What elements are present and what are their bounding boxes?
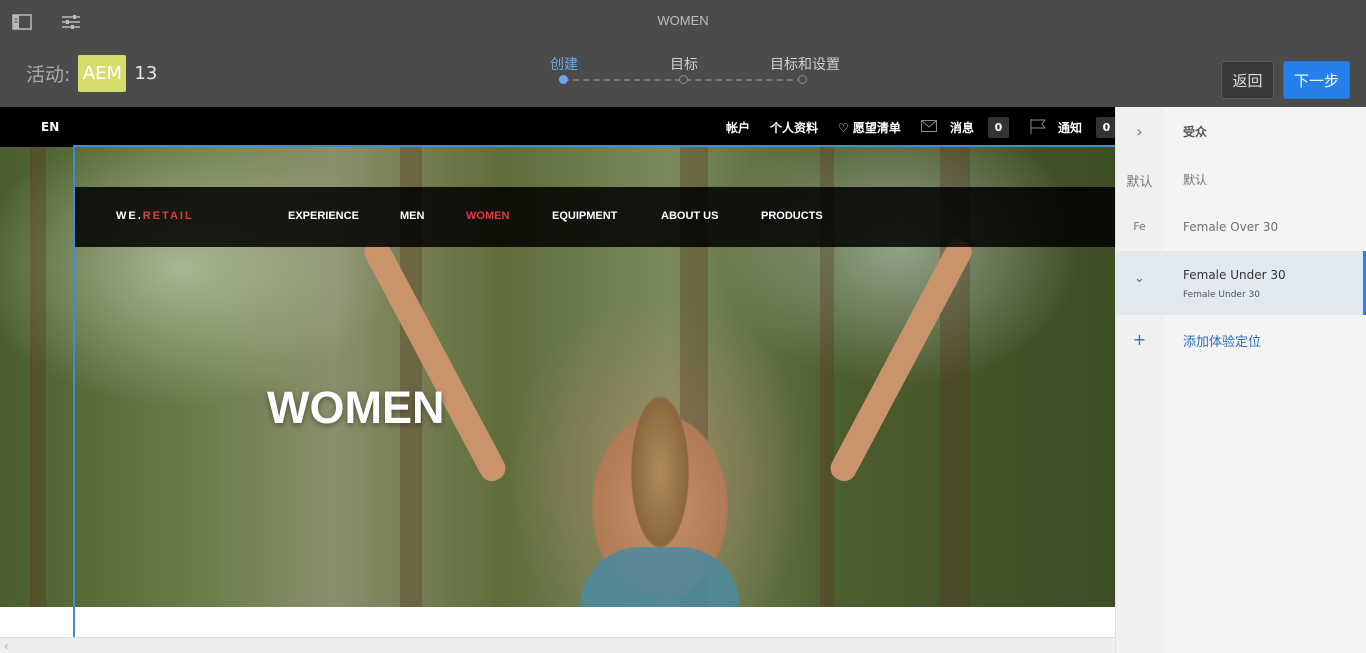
logo-we: WE. bbox=[116, 210, 143, 222]
figure-hair bbox=[615, 362, 705, 582]
account-link[interactable]: 帐户 bbox=[726, 119, 750, 136]
hero-title: WOMEN bbox=[267, 382, 445, 433]
activity-label: 活动: bbox=[26, 63, 71, 86]
activity-count: 13 bbox=[134, 62, 158, 84]
figure-arm-left bbox=[360, 234, 510, 486]
site-main-nav: WE.RETAIL EXPERIENCE MEN WOMEN EQUIPMENT… bbox=[75, 187, 1115, 247]
page-title: WOMEN bbox=[657, 13, 709, 28]
nav-experience[interactable]: EXPERIENCE bbox=[288, 210, 359, 222]
audience-row-label: 默认 bbox=[1183, 173, 1208, 187]
nav-about-us[interactable]: ABOUT US bbox=[661, 210, 718, 222]
step-dot-target bbox=[679, 75, 688, 84]
we-retail-logo[interactable]: WE.RETAIL bbox=[116, 210, 194, 222]
next-button[interactable]: 下一步 bbox=[1283, 61, 1350, 99]
audience-row-label: Female Over 30 bbox=[1183, 220, 1279, 234]
audience-row-sublabel: Female Under 30 bbox=[1183, 290, 1260, 300]
top-header: WOMEN 活动: AEM 13 创建 目标 目标和设置 返回 下一步 bbox=[0, 0, 1366, 107]
page-editor-canvas[interactable]: EN 帐户 个人资料 ♡ 愿望清单 消息 0 通知 0 WOMEN WE.RET… bbox=[0, 107, 1115, 653]
step-dot-goals-settings bbox=[798, 75, 807, 84]
nav-products[interactable]: PRODUCTS bbox=[761, 210, 823, 222]
activity-info: 活动: AEM 13 bbox=[26, 54, 157, 92]
language-selector[interactable]: EN bbox=[41, 120, 59, 134]
audience-row-female-over-30[interactable]: Fe Female Over 30 bbox=[1115, 203, 1366, 251]
flag-icon bbox=[1030, 119, 1046, 137]
wizard-steps: 创建 目标 目标和设置 bbox=[550, 54, 850, 94]
add-experience-targeting-button[interactable]: + 添加体验定位 bbox=[1115, 315, 1366, 363]
logo-retail: RETAIL bbox=[142, 210, 194, 222]
site-top-nav: EN 帐户 个人资料 ♡ 愿望清单 消息 0 通知 0 bbox=[0, 107, 1115, 147]
messages-link[interactable]: 消息 bbox=[950, 119, 974, 136]
step-create[interactable]: 创建 bbox=[550, 54, 578, 74]
nav-equipment[interactable]: EQUIPMENT bbox=[552, 210, 617, 222]
notifications-count-badge: 0 bbox=[1096, 117, 1115, 138]
audience-header: 受众 bbox=[1183, 125, 1208, 139]
audience-header-row[interactable]: › 受众 bbox=[1115, 107, 1366, 155]
activity-badge: AEM bbox=[78, 54, 127, 92]
audience-row-label: Female Under 30 bbox=[1183, 268, 1286, 282]
step-target[interactable]: 目标 bbox=[670, 54, 698, 74]
audience-row-icon: Fe bbox=[1133, 220, 1146, 233]
wishlist-link[interactable]: ♡ 愿望清单 bbox=[838, 119, 901, 136]
plus-icon: + bbox=[1132, 330, 1147, 349]
horizontal-scrollbar[interactable]: ‹ bbox=[0, 637, 1115, 653]
audience-row-default[interactable]: 默认 默认 bbox=[1115, 155, 1366, 203]
nav-men[interactable]: MEN bbox=[400, 210, 424, 222]
envelope-icon bbox=[921, 120, 937, 135]
step-dot-create bbox=[559, 75, 568, 84]
tree-trunk bbox=[30, 147, 46, 607]
step-goals-settings[interactable]: 目标和设置 bbox=[770, 54, 840, 74]
nav-women[interactable]: WOMEN bbox=[466, 210, 509, 222]
scroll-left-icon[interactable]: ‹ bbox=[4, 639, 9, 653]
chevron-right-icon[interactable]: › bbox=[1115, 122, 1164, 141]
chevron-down-icon[interactable]: ⌄ bbox=[1115, 271, 1164, 286]
audience-row-female-under-30[interactable]: ⌄ Female Under 30 Female Under 30 bbox=[1115, 251, 1366, 315]
add-experience-targeting-label: 添加体验定位 bbox=[1183, 335, 1262, 350]
audience-row-icon: 默认 bbox=[1126, 175, 1153, 190]
messages-count-badge: 0 bbox=[988, 117, 1009, 138]
notifications-link[interactable]: 通知 bbox=[1058, 119, 1082, 136]
profile-link[interactable]: 个人资料 bbox=[770, 119, 818, 136]
back-button[interactable]: 返回 bbox=[1221, 61, 1274, 99]
